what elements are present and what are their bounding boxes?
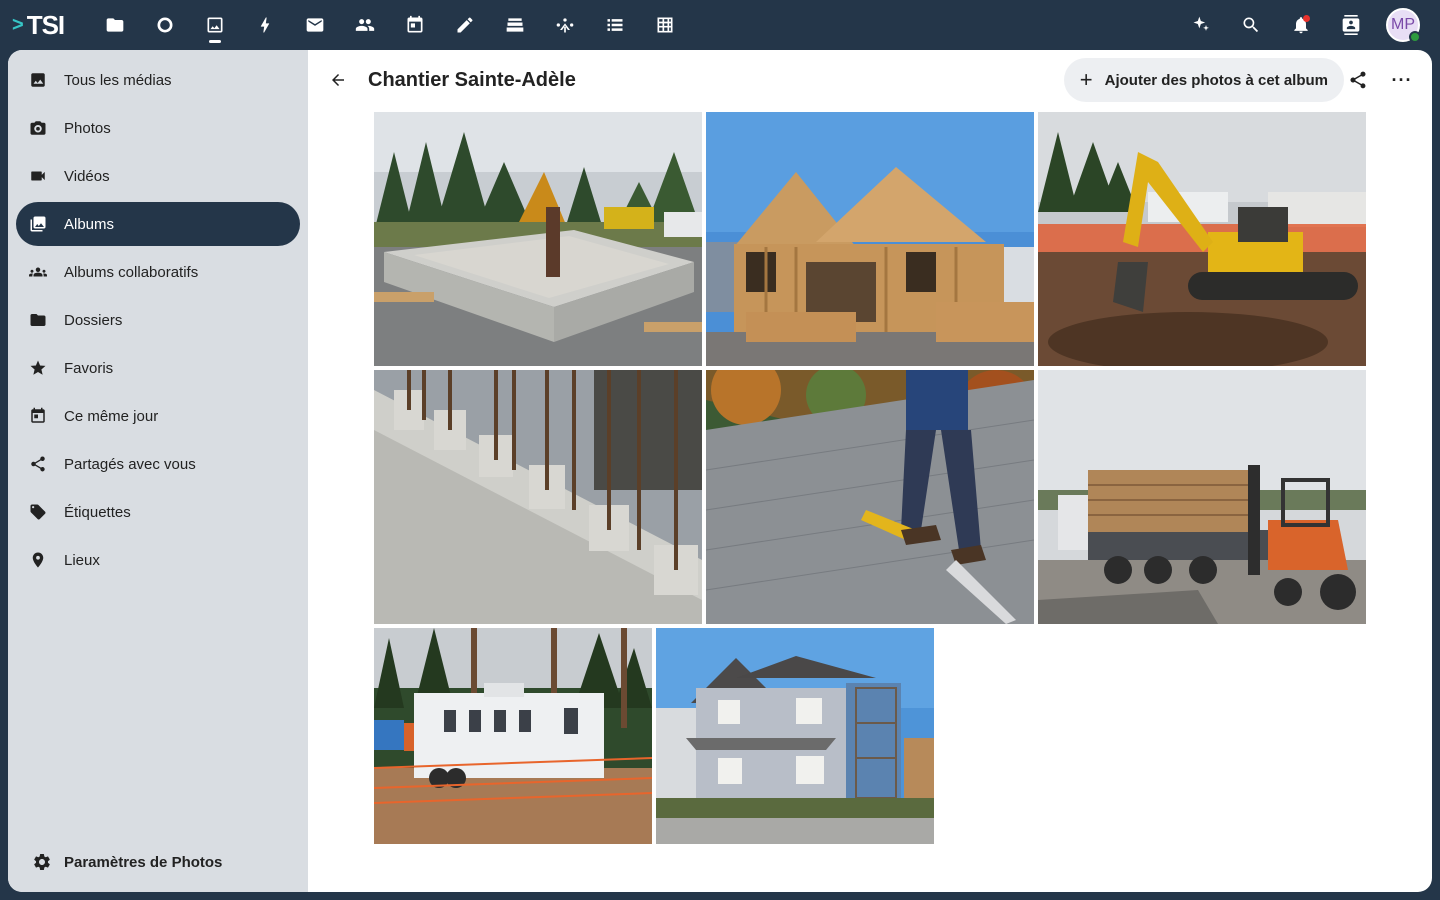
share-album-button[interactable] xyxy=(1336,58,1380,102)
search-icon xyxy=(1243,17,1259,33)
arrow-left-icon xyxy=(332,74,344,86)
sidebar: Tous les médias Photos Vidéos Albums Alb… xyxy=(8,50,308,892)
photo-roofer-on-shingles[interactable] xyxy=(706,370,1034,624)
logo-text: TSI xyxy=(26,9,65,40)
assistant-icon xyxy=(1193,16,1209,31)
sidebar-item-label: Partagés avec vous xyxy=(64,455,196,473)
photo-concrete-wall-rebar[interactable] xyxy=(374,370,702,624)
photo-wood-frame-house[interactable] xyxy=(706,112,1034,366)
gear-icon xyxy=(34,854,50,870)
deck-icon xyxy=(506,18,524,32)
photo-finished-house[interactable] xyxy=(656,628,934,844)
circle-app-button[interactable] xyxy=(140,0,190,50)
deck-app-button[interactable] xyxy=(490,0,540,50)
tag-icon xyxy=(28,502,48,522)
notification-dot xyxy=(1303,15,1310,22)
photo-site-trailer[interactable] xyxy=(374,628,652,844)
photo-excavator[interactable] xyxy=(1038,112,1366,366)
album-title: Chantier Sainte-Adèle xyxy=(368,68,576,91)
photo-lumber-truck-forklift[interactable] xyxy=(1038,370,1366,624)
sidebar-nav: Tous les médias Photos Vidéos Albums Alb… xyxy=(8,50,308,582)
team-icon xyxy=(556,18,574,33)
contacts-app-button[interactable] xyxy=(340,0,390,50)
folder-icon xyxy=(106,18,124,32)
sidebar-item-label: Vidéos xyxy=(64,167,110,185)
sidebar-item-albums[interactable]: Albums xyxy=(16,202,300,246)
camera-icon xyxy=(28,118,48,138)
user-avatar[interactable]: MP xyxy=(1386,8,1421,43)
back-button[interactable] xyxy=(316,58,360,102)
sidebar-item-places[interactable]: Lieux xyxy=(16,538,300,582)
sidebar-item-on-this-day[interactable]: Ce même jour xyxy=(16,394,300,438)
top-bar: > TSI MP xyxy=(0,0,1440,50)
photo-concrete-foundation[interactable] xyxy=(374,112,702,366)
sidebar-item-videos[interactable]: Vidéos xyxy=(16,154,300,198)
share-icon xyxy=(1350,71,1366,89)
notifications-button[interactable] xyxy=(1276,0,1326,50)
sidebar-item-label: Ce même jour xyxy=(64,407,159,425)
activity-icon xyxy=(260,17,270,33)
team-app-button[interactable] xyxy=(540,0,590,50)
calendar-app-button[interactable] xyxy=(390,0,440,50)
sidebar-item-favorites[interactable]: Favoris xyxy=(16,346,300,390)
tasks-app-button[interactable] xyxy=(590,0,640,50)
notes-icon xyxy=(457,17,473,33)
tasks-icon xyxy=(607,19,623,31)
pin-icon xyxy=(28,550,48,570)
assistant-button[interactable] xyxy=(1176,0,1226,50)
album-icon xyxy=(28,214,48,234)
sidebar-item-label: Tous les médias xyxy=(64,71,172,89)
sidebar-item-label: Albums collaboratifs xyxy=(64,263,199,281)
album-content: Chantier Sainte-Adèle + Ajouter des phot… xyxy=(308,50,1432,892)
image-icon xyxy=(28,70,48,90)
photos-settings-button[interactable]: Paramètres de Photos xyxy=(8,832,308,892)
sidebar-item-label: Albums xyxy=(64,215,115,233)
header-right-menu: MP xyxy=(1176,0,1440,50)
contacts-menu-icon xyxy=(1342,15,1360,35)
star-icon xyxy=(28,358,48,378)
add-photos-label: Ajouter des photos à cet album xyxy=(1104,71,1328,89)
tables-app-button[interactable] xyxy=(640,0,690,50)
online-status-dot xyxy=(1409,31,1421,43)
calendar-icon xyxy=(407,15,423,33)
sidebar-item-shared-with-you[interactable]: Partagés avec vous xyxy=(16,442,300,486)
more-actions-button[interactable]: ··· xyxy=(1380,58,1424,102)
settings-label: Paramètres de Photos xyxy=(64,853,223,871)
contacts-icon xyxy=(355,19,375,31)
tables-icon xyxy=(657,17,673,33)
sidebar-item-label: Favoris xyxy=(64,359,114,377)
calendar-icon xyxy=(28,406,48,426)
logo-chevron: > xyxy=(12,13,24,36)
sidebar-item-label: Photos xyxy=(64,119,111,137)
album-header: Chantier Sainte-Adèle + Ajouter des phot… xyxy=(308,58,1432,102)
folder-icon xyxy=(28,310,48,330)
activity-app-button[interactable] xyxy=(240,0,290,50)
sidebar-item-label: Étiquettes xyxy=(64,503,131,521)
photos-icon xyxy=(207,17,223,33)
share-icon xyxy=(28,454,48,474)
group-icon xyxy=(28,262,48,282)
video-icon xyxy=(28,166,48,186)
notes-app-button[interactable] xyxy=(440,0,490,50)
plus-icon: + xyxy=(1079,67,1093,92)
sidebar-item-shared-albums[interactable]: Albums collaboratifs xyxy=(16,250,300,294)
contacts-menu-button[interactable] xyxy=(1326,0,1376,50)
files-app-button[interactable] xyxy=(90,0,140,50)
add-photos-button[interactable]: + Ajouter des photos à cet album xyxy=(1063,58,1344,102)
sidebar-item-all-media[interactable]: Tous les médias xyxy=(16,58,300,102)
photos-app-button[interactable] xyxy=(190,0,240,50)
app-frame: Tous les médias Photos Vidéos Albums Alb… xyxy=(8,50,1432,892)
sidebar-item-tags[interactable]: Étiquettes xyxy=(16,490,300,534)
circle-icon xyxy=(157,17,173,33)
sidebar-item-folders[interactable]: Dossiers xyxy=(16,298,300,342)
sidebar-item-label: Lieux xyxy=(64,551,100,569)
app-logo[interactable]: > TSI xyxy=(12,9,65,40)
mail-icon xyxy=(306,18,324,32)
sidebar-item-label: Dossiers xyxy=(64,311,123,329)
search-button[interactable] xyxy=(1226,0,1276,50)
sidebar-item-photos[interactable]: Photos xyxy=(16,106,300,150)
app-navigation xyxy=(90,0,690,50)
mail-app-button[interactable] xyxy=(290,0,340,50)
